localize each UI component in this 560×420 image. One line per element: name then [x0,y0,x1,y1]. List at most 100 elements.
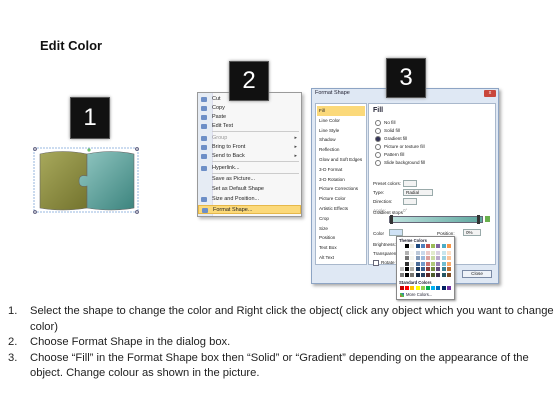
theme-color-swatch[interactable] [436,256,441,261]
category-item[interactable]: Text Box [317,243,365,253]
theme-color-swatch[interactable] [405,273,410,277]
theme-color-swatch[interactable] [431,244,436,248]
theme-color-swatch[interactable] [400,250,404,255]
gradient-stop-handle[interactable] [477,215,480,224]
category-item[interactable]: Size [317,224,365,234]
theme-color-swatch[interactable] [420,256,425,261]
fill-option-radio[interactable]: Slide background fill [375,160,425,166]
puzzle-shapes[interactable] [32,146,140,216]
theme-color-swatch[interactable] [441,267,446,272]
theme-color-swatch[interactable] [405,250,410,255]
category-item[interactable]: Fill [317,106,365,116]
close-button[interactable]: Close [462,270,492,278]
menu-item-copy[interactable]: Copy [198,104,301,113]
theme-color-swatch[interactable] [426,267,430,272]
theme-color-swatch[interactable] [415,250,420,255]
category-item[interactable]: Shadow [317,135,365,145]
theme-color-swatch[interactable] [420,267,425,272]
fill-option-radio[interactable]: Pattern fill [375,152,404,158]
theme-color-swatch[interactable] [431,273,436,277]
theme-color-swatch[interactable] [420,273,425,277]
theme-color-swatch[interactable] [441,261,446,266]
add-stop-icon[interactable] [485,216,490,222]
category-item[interactable]: Crop [317,214,365,224]
theme-color-swatch[interactable] [441,250,446,255]
standard-color-swatch[interactable] [446,286,451,290]
menu-item-set-as-default-shape[interactable]: Set as Default Shape [198,185,301,194]
theme-color-swatch[interactable] [405,261,410,266]
theme-color-swatch[interactable] [426,256,430,261]
theme-color-swatch[interactable] [446,267,451,272]
theme-color-swatch[interactable] [405,244,410,248]
theme-color-swatch[interactable] [410,261,415,266]
theme-color-swatch[interactable] [426,250,430,255]
standard-color-swatch[interactable] [431,286,436,290]
category-item[interactable]: 3-D Format [317,165,365,175]
color-picker-button[interactable] [389,229,403,236]
menu-item-size-and-position[interactable]: Size and Position... [198,195,301,204]
theme-color-swatch[interactable] [415,244,420,248]
standard-color-swatch[interactable] [426,286,430,290]
menu-item-paste[interactable]: Paste [198,113,301,122]
theme-color-swatch[interactable] [400,267,404,272]
theme-color-swatch[interactable] [420,250,425,255]
theme-color-swatch[interactable] [426,261,430,266]
fill-option-radio[interactable]: No fill [375,120,396,126]
theme-color-swatch[interactable] [426,273,430,277]
theme-color-swatch[interactable] [431,250,436,255]
theme-color-swatch[interactable] [436,261,441,266]
theme-color-swatch[interactable] [446,256,451,261]
category-item[interactable]: Line Color [317,116,365,126]
theme-color-swatch[interactable] [446,273,451,277]
theme-color-swatch[interactable] [420,244,425,248]
theme-color-swatch[interactable] [410,244,415,248]
standard-color-swatch[interactable] [410,286,415,290]
close-icon[interactable]: x [484,90,496,97]
menu-item-edit-text[interactable]: Edit Text [198,122,301,131]
theme-color-swatch[interactable] [446,244,451,248]
standard-color-swatch[interactable] [441,286,446,290]
theme-color-swatch[interactable] [436,267,441,272]
theme-color-swatch[interactable] [431,256,436,261]
standard-color-swatch[interactable] [436,286,441,290]
preset-colors-dropdown[interactable] [403,180,417,187]
menu-item-group[interactable]: Group ▸ [198,134,301,143]
position-input[interactable]: 0% [463,229,481,236]
more-colors-option[interactable]: More Colors... [400,292,432,297]
category-item[interactable]: Picture Color [317,194,365,204]
theme-color-swatch[interactable] [400,256,404,261]
theme-color-swatch[interactable] [426,244,430,248]
menu-item-send-to-back[interactable]: Send to Back ▸ [198,152,301,161]
theme-color-swatch[interactable] [436,244,441,248]
menu-item-bring-to-front[interactable]: Bring to Front ▸ [198,143,301,152]
theme-color-swatch[interactable] [446,261,451,266]
theme-color-swatch[interactable] [436,250,441,255]
category-item[interactable]: Line Style [317,126,365,136]
gradient-stop-handle[interactable] [390,215,393,224]
category-item[interactable]: Picture Corrections [317,184,365,194]
theme-color-swatch[interactable] [446,250,451,255]
theme-color-swatch[interactable] [415,261,420,266]
menu-item-format-shape[interactable]: Format Shape... [198,205,301,214]
theme-color-swatch[interactable] [415,256,420,261]
menu-item-hyperlink[interactable]: Hyperlink... [198,164,301,173]
category-item[interactable]: Artistic Effects [317,204,365,214]
theme-color-swatch[interactable] [441,256,446,261]
theme-color-swatch[interactable] [415,267,420,272]
theme-color-swatch[interactable] [400,244,404,248]
theme-color-swatch[interactable] [441,273,446,277]
theme-color-swatch[interactable] [405,256,410,261]
category-item[interactable]: Position [317,233,365,243]
theme-color-swatch[interactable] [431,261,436,266]
gradient-stops-bar[interactable] [389,216,483,223]
theme-color-swatch[interactable] [400,273,404,277]
category-item[interactable]: Glow and Soft Edges [317,155,365,165]
type-dropdown[interactable]: Radial [403,189,433,196]
theme-color-swatch[interactable] [410,273,415,277]
fill-option-radio[interactable]: Gradient fill [375,136,407,142]
theme-color-swatch[interactable] [410,250,415,255]
theme-color-swatch[interactable] [410,256,415,261]
theme-color-swatch[interactable] [431,267,436,272]
theme-color-swatch[interactable] [400,261,404,266]
standard-color-swatch[interactable] [405,286,410,290]
